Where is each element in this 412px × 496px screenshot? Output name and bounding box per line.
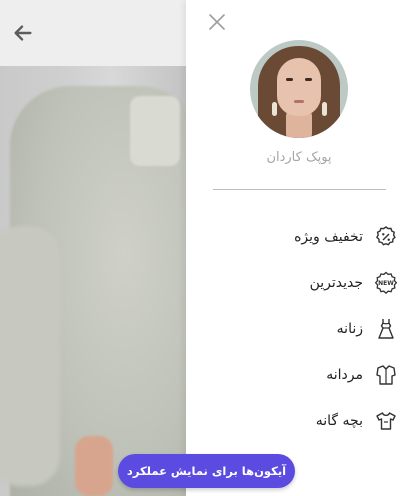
back-arrow-icon[interactable] — [10, 20, 36, 46]
menu-item-label: جدیدترین — [309, 275, 363, 291]
menu-item-kids[interactable]: بچه گانه — [213, 398, 399, 444]
menu-item-newest[interactable]: NEW جدیدترین — [213, 260, 399, 306]
menu-item-label: تخفیف ویژه — [294, 229, 363, 245]
menu-item-label: مردانه — [326, 367, 363, 383]
menu-item-special-discount[interactable]: تخفیف ویژه — [213, 214, 399, 260]
kids-tshirt-icon — [373, 408, 399, 434]
show-icons-fab-button[interactable]: آیکون‌ها برای نمایش عملکرد — [118, 454, 295, 488]
drawer-menu: تخفیف ویژه NEW جدیدترین زنانه مردانه بچه… — [213, 214, 399, 444]
menu-item-women[interactable]: زنانه — [213, 306, 399, 352]
menu-item-men[interactable]: مردانه — [213, 352, 399, 398]
percent-badge-icon — [373, 224, 399, 250]
product-photo — [0, 66, 186, 496]
user-name: پوپک کاردان — [266, 150, 332, 165]
shirt-icon — [373, 362, 399, 388]
new-badge-icon: NEW — [373, 270, 399, 296]
close-icon[interactable] — [206, 11, 228, 33]
menu-item-label: زنانه — [336, 321, 363, 337]
avatar — [250, 40, 348, 138]
menu-item-label: بچه گانه — [315, 413, 363, 429]
svg-text:NEW: NEW — [378, 280, 394, 287]
dress-icon — [373, 316, 399, 342]
divider — [213, 189, 386, 190]
